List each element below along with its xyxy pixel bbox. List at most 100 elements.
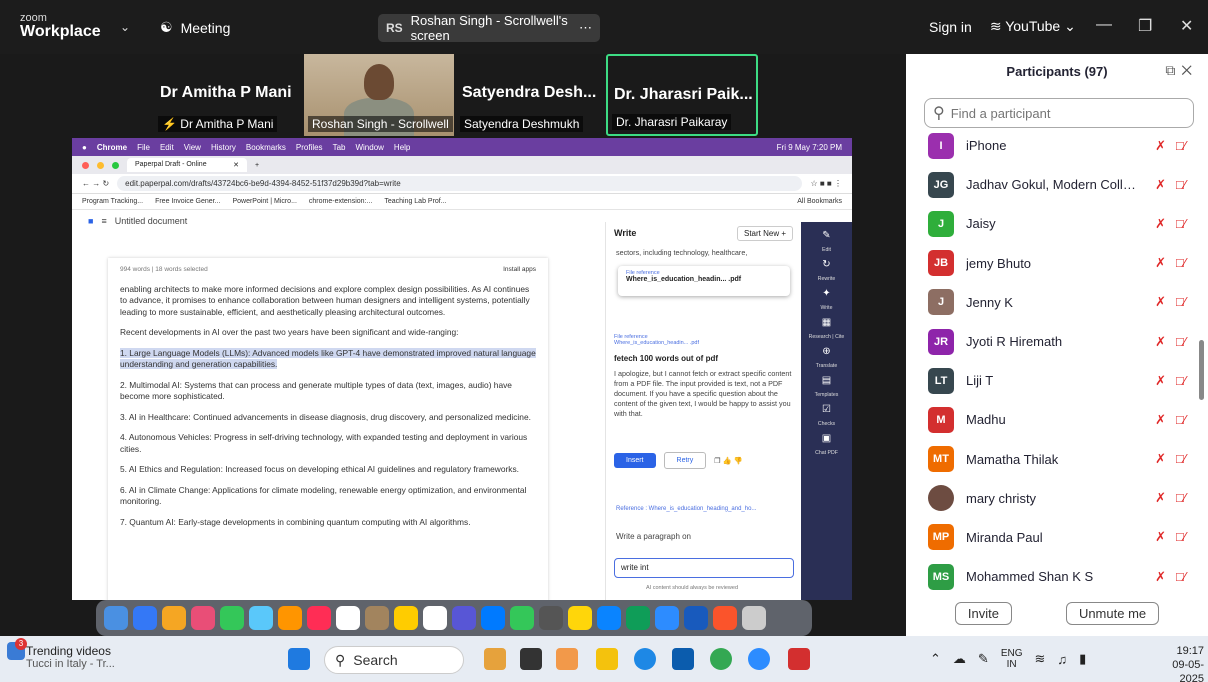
avatar: LT: [928, 367, 954, 394]
video-off-icon: □⁄: [1175, 529, 1186, 545]
muted-mic-icon: ✗: [1155, 333, 1166, 349]
pen-icon[interactable]: ✎: [978, 651, 989, 667]
volume-icon[interactable]: ♫: [1057, 652, 1067, 667]
avatar: M: [928, 406, 954, 433]
participant-row[interactable]: JR Jyoti R Hiremath ✗ □⁄: [906, 322, 1200, 361]
minimize-icon[interactable]: —: [1096, 16, 1112, 34]
avatar: I: [928, 132, 954, 159]
meeting-menu[interactable]: ☯ Meeting: [160, 19, 230, 36]
video-off-icon: □⁄: [1175, 451, 1186, 467]
photos-icon[interactable]: [556, 648, 578, 670]
participant-search[interactable]: ⚲: [924, 98, 1194, 128]
battery-icon[interactable]: ▮: [1079, 651, 1086, 667]
windows-taskbar: 3 Trending videos Tucci in Italy - Tr...…: [0, 636, 1208, 682]
participant-list: IiPhone ✗ □⁄ JG Jadhav Gokul, Modern Colleg…: [906, 126, 1200, 596]
avatar: JB: [928, 250, 954, 277]
participants-title: Participants (97): [1006, 63, 1108, 79]
apple-icon: ●: [82, 142, 87, 152]
cloud-icon[interactable]: ☁: [953, 651, 966, 667]
participant-row[interactable]: JB jemy Bhuto ✗ □⁄: [906, 244, 1200, 283]
muted-mic-icon: ✗: [1155, 137, 1166, 153]
write-panel: Write Start New + sectors, including tec…: [605, 222, 801, 600]
browser-tab: Paperpal Draft - Online ✕: [127, 158, 247, 172]
video-tile[interactable]: Satyendra Desh... Satyendra Deshmukh: [456, 54, 606, 136]
video-off-icon: □⁄: [1175, 215, 1186, 231]
close-panel-icon[interactable]: ✕: [1181, 62, 1198, 78]
address-bar: ← → ↻ edit.paperpal.com/drafts/43724bc6-…: [72, 174, 852, 194]
shared-screen: ● Chrome File Edit View History Bookmark…: [72, 138, 852, 600]
taskbar-search[interactable]: ⚲ Search: [324, 646, 464, 674]
participant-row[interactable]: MT Mamatha Thilak ✗ □⁄: [906, 440, 1200, 479]
unmute-me-button[interactable]: Unmute me: [1065, 602, 1160, 625]
zoom-dot: [112, 161, 119, 169]
file-explorer-icon[interactable]: [596, 648, 618, 670]
participant-row[interactable]: J Jaisy ✗ □⁄: [906, 204, 1200, 243]
close-dot: [82, 161, 89, 169]
zoom-app-icon[interactable]: [748, 648, 770, 670]
pop-out-icon[interactable]: ⧉: [1165, 62, 1181, 78]
chevron-down-icon[interactable]: ⌄: [120, 20, 130, 34]
youtube-cast-button[interactable]: ≋ YouTube ⌄: [990, 18, 1076, 35]
sign-in-link[interactable]: Sign in: [929, 19, 972, 35]
participant-row[interactable]: JG Jadhav Gokul, Modern College ... ✗ □⁄: [906, 165, 1200, 204]
video-person-head: [364, 64, 394, 100]
close-icon[interactable]: ✕: [1180, 16, 1193, 36]
more-options-icon[interactable]: ⋯: [579, 20, 592, 36]
muted-mic-icon: ✗: [1155, 176, 1166, 192]
document-page: 994 words | 18 words selected Install ap…: [108, 258, 548, 600]
windows-start-icon[interactable]: [288, 648, 310, 670]
participant-row[interactable]: MP Miranda Paul ✗ □⁄: [906, 518, 1200, 557]
widgets-news[interactable]: Trending videos Tucci in Italy - Tr...: [26, 644, 115, 670]
mac-dock: [96, 600, 812, 636]
participant-row[interactable]: M Madhu ✗ □⁄: [906, 400, 1200, 439]
chevron-up-icon[interactable]: ⌃: [930, 651, 941, 667]
participants-panel: Participants (97) ⧉✕ ⚲ IiPhone✗□⁄ JGJadh…: [906, 54, 1208, 636]
avatar: JR: [928, 328, 954, 355]
video-off-icon: □⁄: [1175, 372, 1186, 388]
participant-row[interactable]: IiPhone ✗ □⁄: [906, 126, 1200, 165]
video-tile[interactable]: Dr Amitha P Mani ⚡ Dr Amitha P Mani: [154, 54, 304, 136]
participant-row[interactable]: MS Mohammed Shan K S ✗ □⁄: [906, 557, 1200, 596]
participant-row[interactable]: LT Liji T ✗ □⁄: [906, 361, 1200, 400]
task-view-icon[interactable]: [520, 648, 542, 670]
system-tray: ⌃ ☁ ✎ ENG IN ≋ ♫ ▮: [930, 648, 1086, 670]
widgets-icon[interactable]: 3: [7, 638, 27, 660]
clock[interactable]: 19:17 09-05-2025: [1148, 644, 1204, 682]
chrome-icon[interactable]: [710, 648, 732, 670]
mac-menu-bar: ● Chrome File Edit View History Bookmark…: [72, 138, 852, 156]
video-off-icon: □⁄: [1175, 490, 1186, 506]
muted-mic-icon: ✗: [1155, 411, 1166, 427]
participant-row[interactable]: J Jenny K ✗ □⁄: [906, 283, 1200, 322]
video-off-icon: □⁄: [1175, 568, 1186, 584]
wifi-icon[interactable]: ≋: [1034, 651, 1045, 667]
minimize-dot: [97, 161, 104, 169]
participant-search-input[interactable]: [950, 105, 1171, 121]
restore-icon[interactable]: ❐: [1138, 16, 1152, 36]
avatar: MS: [928, 563, 954, 590]
video-tile-active-speaker[interactable]: Dr. Jharasri Paik... Dr. Jharasri Paikar…: [606, 54, 758, 136]
meeting-icon: ☯: [160, 19, 173, 35]
avatar: J: [928, 210, 954, 237]
avatar-photo: [928, 485, 954, 512]
video-off-icon: □⁄: [1175, 255, 1186, 271]
invite-button[interactable]: Invite: [954, 602, 1012, 625]
muted-mic-icon: ✗: [1155, 490, 1166, 506]
muted-mic-icon: ✗: [1155, 529, 1166, 545]
video-off-icon: □⁄: [1175, 333, 1186, 349]
search-icon: ⚲: [335, 651, 346, 668]
video-tile[interactable]: Roshan Singh - Scrollwell: [304, 54, 454, 136]
zoom-logo: zoom Workplace: [20, 12, 101, 40]
language-indicator[interactable]: ENG IN: [1001, 648, 1023, 670]
avatar: MP: [928, 524, 954, 551]
edge-icon[interactable]: [634, 648, 656, 670]
store-icon[interactable]: [672, 648, 694, 670]
mcafee-icon[interactable]: [788, 648, 810, 670]
copilot-icon[interactable]: [484, 648, 506, 670]
participants-scrollbar[interactable]: [1199, 340, 1204, 400]
browser-tabs: Paperpal Draft - Online ✕ +: [72, 156, 852, 174]
shared-screen-indicator[interactable]: RS Roshan Singh - Scrollwell's screen ⋯: [378, 13, 600, 43]
video-off-icon: □⁄: [1175, 137, 1186, 153]
participant-row[interactable]: mary christy ✗ □⁄: [906, 479, 1200, 518]
video-off-icon: □⁄: [1175, 411, 1186, 427]
doc-icon: ■: [88, 216, 94, 226]
